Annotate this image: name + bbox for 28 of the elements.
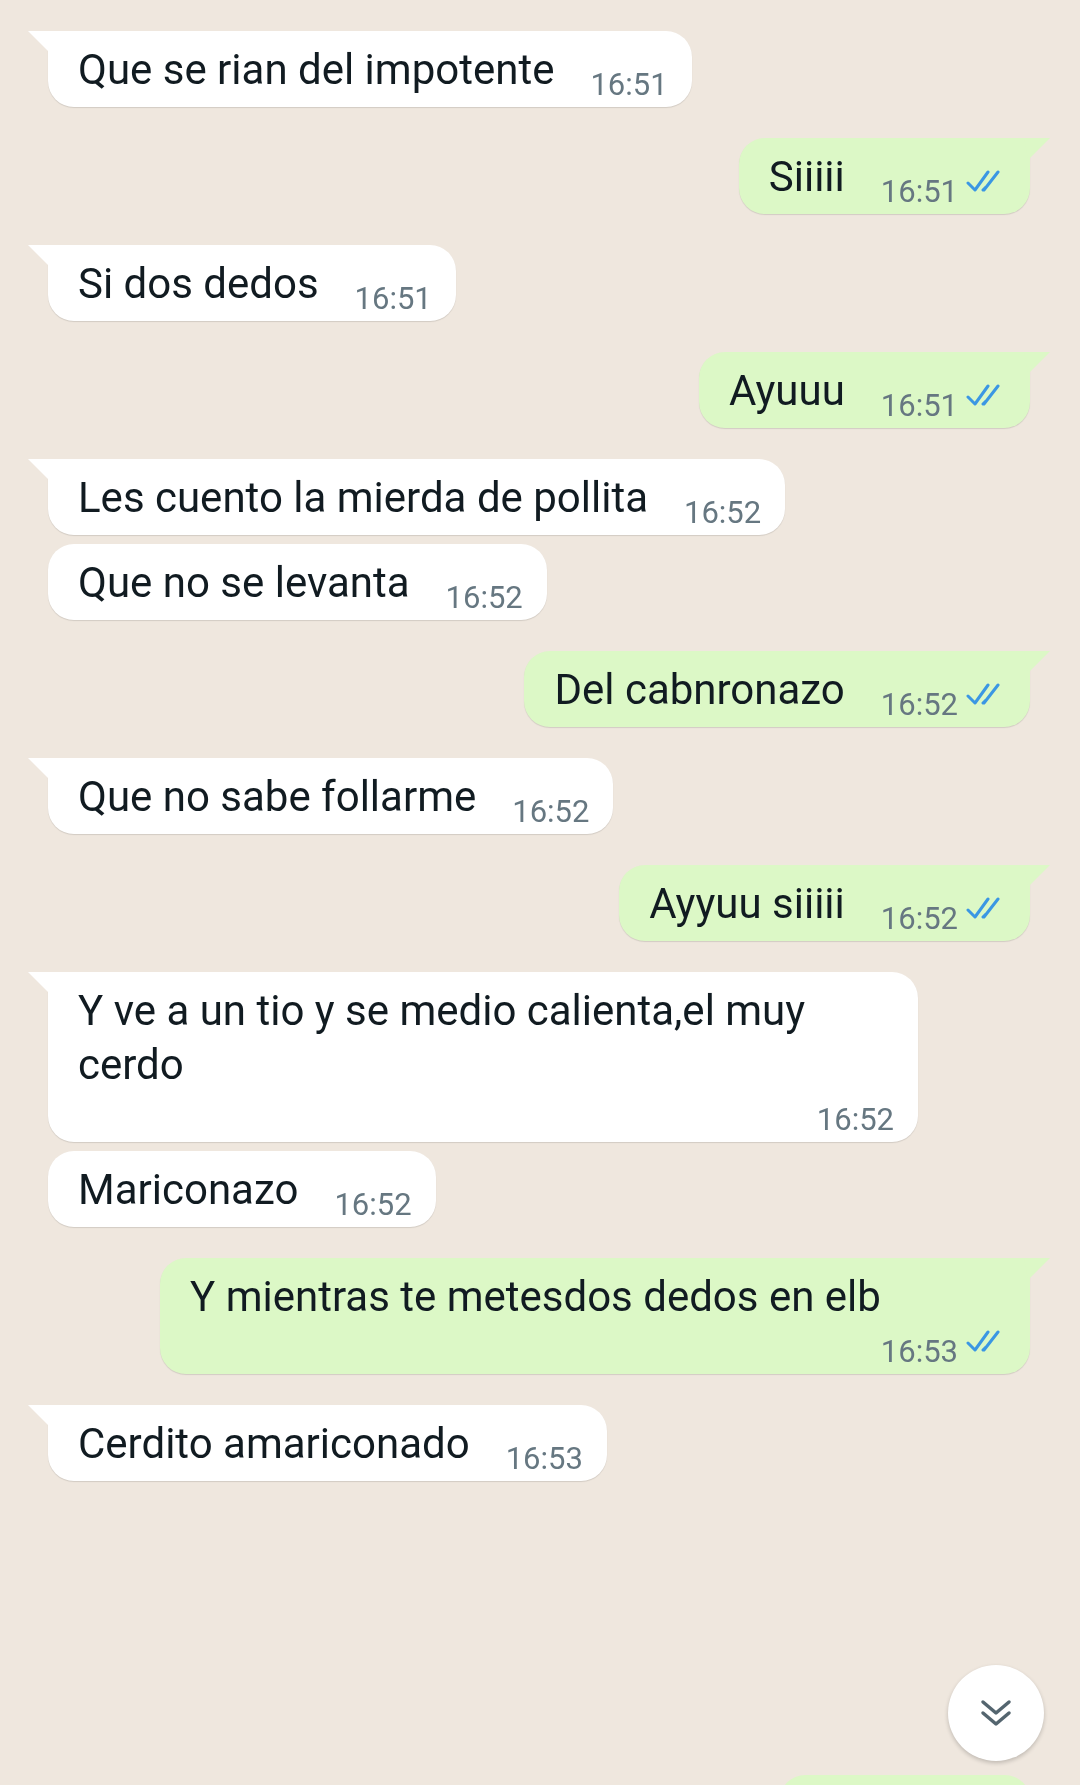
message-text: Mariconazo xyxy=(78,1164,299,1216)
message-time: 16:52 xyxy=(684,493,762,533)
message-time: 16:51 xyxy=(354,279,432,319)
message-time: 16:52 xyxy=(445,578,523,618)
message-text: Les cuento la mierda de pollita xyxy=(78,472,648,524)
message-text: Que se rian del impotente xyxy=(78,44,555,96)
message-text: Ayuuu xyxy=(729,365,845,417)
message-text: Del cabnronazo xyxy=(554,664,845,716)
message-time: 16:51 xyxy=(590,65,668,105)
message-text: Que no sabe follarme xyxy=(78,771,477,823)
message-time: 16:53 xyxy=(505,1439,583,1479)
message-time: 16:52 xyxy=(334,1185,412,1225)
scroll-down-button[interactable] xyxy=(948,1665,1044,1761)
message-time: 16:53 xyxy=(880,1332,958,1372)
message-text: Ayyuu siiiii xyxy=(649,878,845,930)
message-time: 16:52 xyxy=(512,792,590,832)
message-time: 16:52 xyxy=(816,1100,894,1140)
message-text: Y mientras te metesdos dedos en elb xyxy=(190,1271,881,1323)
message-text: Siiiii xyxy=(768,151,845,203)
double-chevron-down-icon xyxy=(979,1698,1013,1728)
message-text: Si dos dedos xyxy=(78,258,319,310)
message-text: Que no se levanta xyxy=(78,557,410,609)
message-time: 16:51 xyxy=(880,172,958,212)
message-time: 16:52 xyxy=(880,899,958,939)
message-text: Y ve a un tio y se medio calienta,el muy cerdo xyxy=(78,985,807,1091)
message-time: 16:51 xyxy=(880,386,958,426)
message-text: Cerdito amariconado xyxy=(78,1418,470,1470)
message-time: 16:52 xyxy=(880,685,958,725)
